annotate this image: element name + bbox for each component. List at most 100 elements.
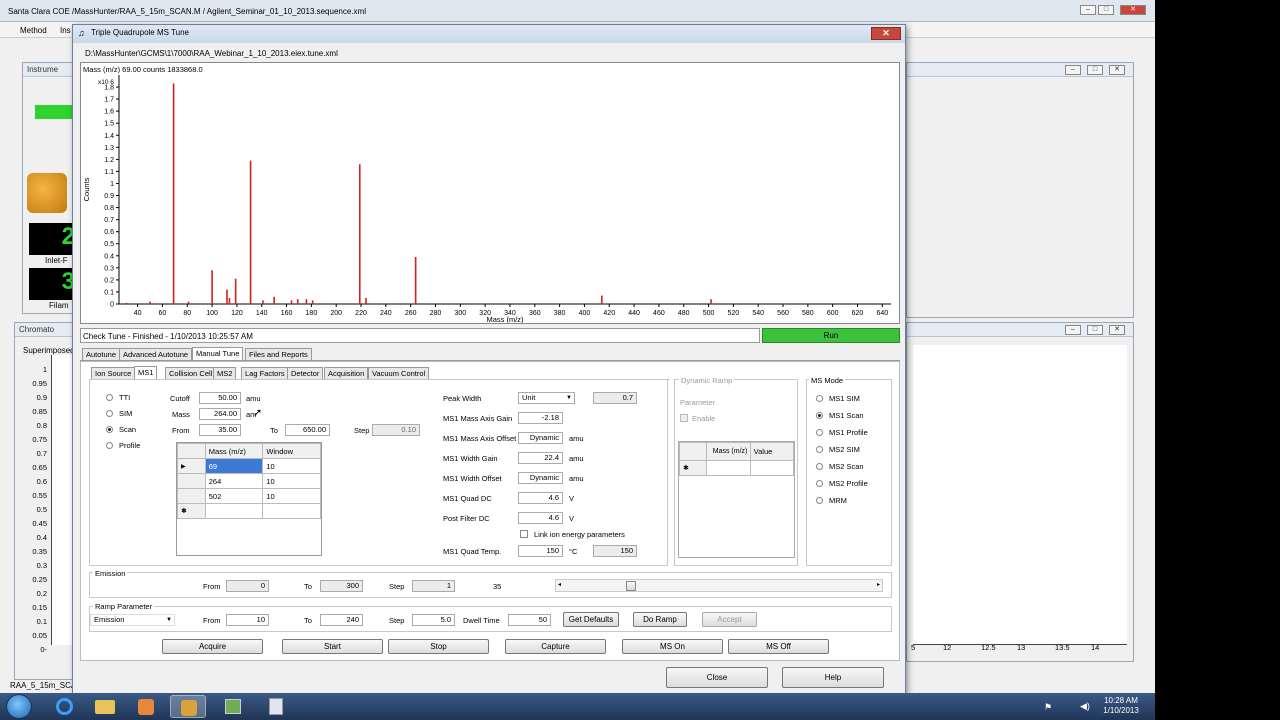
- radio-tti[interactable]: [106, 394, 113, 401]
- post-filter-field[interactable]: 4.6: [518, 512, 563, 524]
- axis-offset-field[interactable]: Dynamic: [518, 432, 563, 444]
- peak-width-select[interactable]: Unit ▼: [518, 392, 575, 404]
- ramp-to-field[interactable]: 240: [320, 614, 363, 626]
- maximize-icon[interactable]: □: [1087, 325, 1103, 335]
- table-row[interactable]: 502 10: [177, 488, 321, 504]
- maximize-icon[interactable]: □: [1098, 5, 1114, 15]
- dynamic-mass-cell[interactable]: [706, 460, 751, 476]
- stop-button[interactable]: Stop: [388, 639, 489, 654]
- window-column-header[interactable]: Window: [262, 443, 321, 459]
- start-button[interactable]: Start: [282, 639, 383, 654]
- close-icon[interactable]: ✕: [1120, 5, 1146, 15]
- tab-ms1[interactable]: MS1: [134, 366, 158, 379]
- width-offset-field[interactable]: Dynamic: [518, 472, 563, 484]
- cutoff-field[interactable]: 50.00: [199, 392, 241, 404]
- start-orb-icon[interactable]: [6, 694, 32, 719]
- minimize-icon[interactable]: –: [1065, 65, 1081, 75]
- instrument-icon[interactable]: [27, 173, 67, 213]
- quad-dc-field[interactable]: 4.6: [518, 492, 563, 504]
- close-icon[interactable]: ✕: [1109, 65, 1125, 75]
- row-selector-current[interactable]: ▶: [177, 458, 206, 474]
- mass-cell[interactable]: 69: [204, 458, 264, 474]
- row-selector-new[interactable]: ✱: [177, 503, 206, 519]
- axis-gain-field[interactable]: -2.18: [518, 412, 563, 424]
- ms-mode-radio[interactable]: [816, 446, 823, 453]
- window-cell[interactable]: 10: [262, 473, 321, 489]
- ramp-parameter-select[interactable]: Emission ▼: [90, 614, 175, 626]
- table-row[interactable]: ▶ 69 10: [177, 458, 321, 474]
- ie-icon[interactable]: [46, 695, 82, 718]
- tab-ms2[interactable]: MS2: [213, 367, 237, 379]
- table-row[interactable]: 264 10: [177, 473, 321, 489]
- dynamic-value-cell[interactable]: [749, 460, 795, 476]
- slider-right-arrow-icon[interactable]: ▸: [877, 581, 880, 588]
- menu-instrument[interactable]: Ins: [60, 26, 71, 35]
- ms-mode-radio[interactable]: [816, 463, 823, 470]
- close-icon[interactable]: ✕: [1109, 325, 1125, 335]
- capture-button[interactable]: Capture: [505, 639, 606, 654]
- table-row-new[interactable]: ✱: [678, 460, 795, 476]
- emission-slider[interactable]: ◂ ▸: [555, 579, 883, 592]
- mass-column-header[interactable]: Mass (m/z): [204, 443, 264, 459]
- close-button[interactable]: Close: [666, 667, 768, 688]
- mass-cell[interactable]: 264: [204, 473, 264, 489]
- to-field[interactable]: 650.00: [285, 424, 330, 436]
- window-cell[interactable]: 10: [262, 458, 321, 474]
- radio-sim[interactable]: [106, 410, 113, 417]
- ms-mode-radio[interactable]: [816, 412, 823, 419]
- mass-cell[interactable]: [204, 503, 264, 519]
- app-monitor-icon[interactable]: [215, 695, 251, 718]
- row-selector-new[interactable]: ✱: [678, 460, 708, 476]
- acquire-button[interactable]: Acquire: [162, 639, 263, 654]
- ramp-step-field[interactable]: 5.0: [412, 614, 455, 626]
- ms-mode-radio[interactable]: [816, 395, 823, 402]
- link-ion-energy-checkbox[interactable]: [520, 530, 528, 538]
- tab-lag-factors[interactable]: Lag Factors: [241, 367, 289, 379]
- window-cell[interactable]: 10: [262, 488, 321, 504]
- radio-profile[interactable]: [106, 442, 113, 449]
- tab-files-and-reports[interactable]: Files and Reports: [245, 348, 312, 360]
- ms-mode-radio[interactable]: [816, 480, 823, 487]
- masshunter-icon[interactable]: [170, 695, 206, 718]
- explorer-folder-icon[interactable]: [87, 695, 123, 718]
- row-selector[interactable]: [177, 473, 206, 489]
- minimize-icon[interactable]: –: [1065, 325, 1081, 335]
- maximize-icon[interactable]: □: [1087, 65, 1103, 75]
- help-button[interactable]: Help: [782, 667, 884, 688]
- get-defaults-button[interactable]: Get Defaults: [563, 612, 619, 627]
- tab-detector[interactable]: Detector: [287, 367, 324, 379]
- window-cell[interactable]: [262, 503, 321, 519]
- from-field[interactable]: 35.00: [199, 424, 241, 436]
- dynamic-mass-column-header[interactable]: Mass (m/z): [706, 442, 751, 461]
- slider-thumb[interactable]: [626, 581, 636, 591]
- tab-autotune[interactable]: Autotune: [82, 348, 121, 360]
- clock[interactable]: 10:28 AM 1/10/2013: [1096, 696, 1146, 716]
- width-gain-field[interactable]: 22.4: [518, 452, 563, 464]
- dynamic-value-column-header[interactable]: Value: [749, 442, 795, 461]
- accept-button[interactable]: Accept: [702, 612, 757, 627]
- tab-advanced-autotune[interactable]: Advanced Autotune: [119, 348, 193, 360]
- tab-vacuum-control[interactable]: Vacuum Control: [368, 367, 430, 379]
- flag-icon[interactable]: ⚑: [1044, 702, 1052, 713]
- media-player-icon[interactable]: [128, 695, 164, 718]
- dialog-close-icon[interactable]: ✕: [871, 27, 901, 40]
- quad-temp-field[interactable]: 150: [518, 545, 563, 557]
- ramp-from-field[interactable]: 10: [226, 614, 269, 626]
- slider-left-arrow-icon[interactable]: ◂: [558, 581, 561, 588]
- tab-ion-source[interactable]: Ion Source: [91, 367, 136, 379]
- ms-off-button[interactable]: MS Off: [728, 639, 829, 654]
- table-row-new[interactable]: ✱: [177, 503, 321, 519]
- row-selector[interactable]: [177, 488, 206, 504]
- mass-field[interactable]: 264.00: [199, 408, 241, 420]
- tab-collision-cell[interactable]: Collision Cell: [165, 367, 217, 379]
- radio-scan[interactable]: [106, 426, 113, 433]
- tab-acquisition[interactable]: Acquisition: [324, 367, 369, 379]
- ms-mode-radio[interactable]: [816, 497, 823, 504]
- ms-on-button[interactable]: MS On: [622, 639, 723, 654]
- tab-manual-tune[interactable]: Manual Tune: [192, 347, 244, 360]
- mass-cell[interactable]: 502: [204, 488, 264, 504]
- minimize-icon[interactable]: –: [1080, 5, 1096, 15]
- dynamic-ramp-enable-checkbox[interactable]: [680, 414, 688, 422]
- ms-mode-radio[interactable]: [816, 429, 823, 436]
- dwell-time-field[interactable]: 50: [508, 614, 551, 626]
